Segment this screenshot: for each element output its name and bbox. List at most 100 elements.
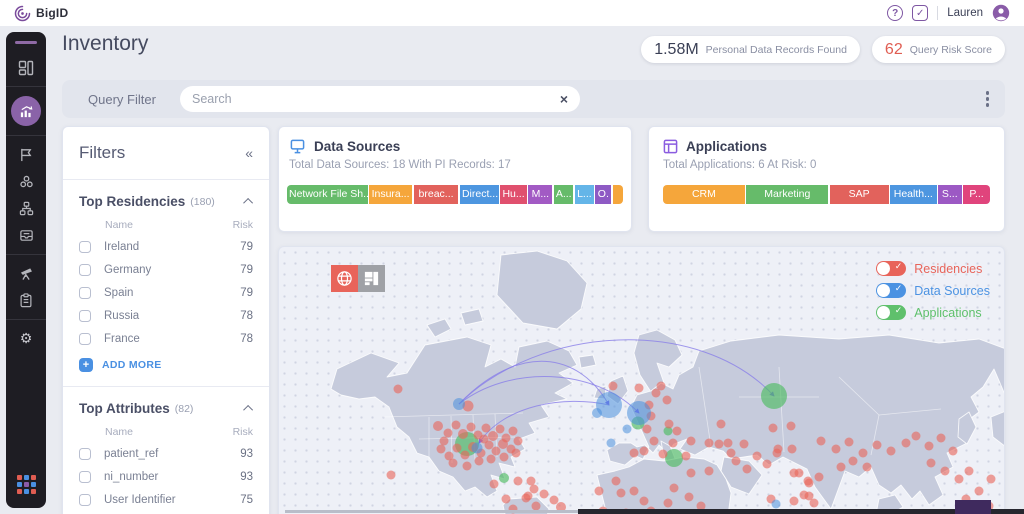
help-icon[interactable]: ?	[887, 5, 903, 21]
map-dot-residencies[interactable]	[673, 427, 682, 436]
sidebar-item-scan[interactable]	[6, 260, 46, 287]
map-dot-residencies[interactable]	[795, 469, 804, 478]
map-dot-residencies[interactable]	[437, 445, 446, 454]
map-dot-residencies[interactable]	[724, 439, 733, 448]
filter-checkbox[interactable]	[79, 448, 91, 460]
filter-checkbox[interactable]	[79, 494, 91, 506]
map-dot-residencies[interactable]	[458, 429, 468, 439]
map-dot-residencies[interactable]	[715, 440, 724, 449]
map-dot-residencies[interactable]	[774, 445, 783, 454]
toggle-switch[interactable]: ✓	[876, 305, 906, 320]
map-dot-residencies[interactable]	[652, 389, 661, 398]
map-dot-residencies[interactable]	[685, 493, 694, 502]
map-dot-residencies[interactable]	[453, 444, 462, 453]
map-dot-residencies[interactable]	[640, 447, 649, 456]
application-segment[interactable]: P...	[963, 185, 990, 204]
map-dot-residencies[interactable]	[873, 441, 882, 450]
map-dot-residencies[interactable]	[630, 449, 639, 458]
search-input[interactable]	[192, 92, 560, 106]
map-dot-residencies[interactable]	[433, 421, 443, 431]
map-dot-applications[interactable]	[761, 383, 787, 409]
map-dot-residencies[interactable]	[659, 450, 668, 459]
map-dot-residencies[interactable]	[449, 459, 458, 468]
map-dot-residencies[interactable]	[769, 424, 778, 433]
map-dot-residencies[interactable]	[665, 420, 674, 429]
map-dot-data-sources[interactable]	[472, 443, 483, 454]
map-dot-residencies[interactable]	[509, 427, 518, 436]
map-dot-residencies[interactable]	[845, 438, 854, 447]
map-dot-residencies[interactable]	[498, 439, 508, 449]
add-more-button[interactable]: + ADD MORE	[79, 358, 253, 372]
map-dot-residencies[interactable]	[514, 437, 523, 446]
map-dot-residencies[interactable]	[550, 496, 559, 505]
filter-checkbox[interactable]	[79, 333, 91, 345]
map-dot-residencies[interactable]	[837, 463, 846, 472]
map-dot-residencies[interactable]	[595, 487, 604, 496]
map-dot-residencies[interactable]	[753, 452, 762, 461]
filter-checkbox[interactable]	[79, 241, 91, 253]
filter-checkbox[interactable]	[79, 264, 91, 276]
map-dot-data-sources[interactable]	[772, 500, 781, 509]
map-dot-residencies[interactable]	[650, 437, 659, 446]
map-dot-data-sources[interactable]	[623, 425, 632, 434]
map-dot-residencies[interactable]	[805, 479, 814, 488]
sidebar-item-cluster[interactable]	[6, 168, 46, 195]
toggle-switch[interactable]: ✓	[876, 283, 906, 298]
map-dot-residencies[interactable]	[965, 467, 974, 476]
chevron-up-icon[interactable]	[243, 198, 253, 208]
avatar[interactable]	[992, 4, 1010, 22]
map-dot-residencies[interactable]	[500, 453, 509, 462]
map-dot-data-sources[interactable]	[453, 398, 465, 410]
map-dot-residencies[interactable]	[643, 425, 652, 434]
map-dot-residencies[interactable]	[815, 473, 824, 482]
clear-search-icon[interactable]: ×	[560, 92, 568, 106]
map-dot-residencies[interactable]	[512, 449, 521, 458]
legend-toggle-applications[interactable]: ✓ Applications	[876, 305, 990, 320]
map-dot-applications[interactable]	[665, 449, 683, 467]
filter-checkbox[interactable]	[79, 287, 91, 299]
map-dot-residencies[interactable]	[800, 491, 809, 500]
search-box[interactable]: ×	[180, 86, 580, 112]
map-dot-residencies[interactable]	[663, 396, 672, 405]
data-source-segment[interactable]: Hu...	[500, 185, 527, 204]
sidebar-item-flag[interactable]	[6, 141, 46, 168]
data-source-segment[interactable]: M...	[528, 185, 552, 204]
filter-checkbox[interactable]	[79, 471, 91, 483]
data-source-segment[interactable]: L...	[575, 185, 594, 204]
application-segment[interactable]: Marketing	[746, 185, 828, 204]
map-view-globe-button[interactable]	[331, 265, 358, 292]
map-dot-residencies[interactable]	[788, 445, 797, 454]
map-dot-applications[interactable]	[499, 473, 509, 483]
sidebar-item-inventory-active[interactable]	[11, 96, 41, 126]
map-dot-residencies[interactable]	[387, 471, 396, 480]
legend-toggle-data-sources[interactable]: ✓ Data Sources	[876, 283, 990, 298]
map-dot-residencies[interactable]	[612, 477, 621, 486]
map-dot-residencies[interactable]	[732, 457, 741, 466]
map-dot-residencies[interactable]	[925, 442, 934, 451]
map-dot-residencies[interactable]	[452, 421, 461, 430]
map-dot-residencies[interactable]	[687, 469, 696, 478]
map-dot-residencies[interactable]	[530, 485, 539, 494]
map-dot-residencies[interactable]	[664, 499, 673, 508]
map-dot-residencies[interactable]	[859, 449, 868, 458]
application-segment[interactable]: CRM	[663, 185, 745, 204]
data-source-segment[interactable]: O.	[595, 185, 611, 204]
map-dot-residencies[interactable]	[444, 429, 453, 438]
map-dot-residencies[interactable]	[635, 384, 644, 393]
map-dot-residencies[interactable]	[902, 439, 911, 448]
map-dot-residencies[interactable]	[987, 475, 996, 484]
sidebar-item-org-structure[interactable]	[6, 195, 46, 222]
map-dot-residencies[interactable]	[790, 497, 799, 506]
map-view-treemap-button[interactable]	[358, 265, 385, 292]
map-dot-residencies[interactable]	[475, 457, 484, 466]
map-dot-residencies[interactable]	[937, 434, 946, 443]
map-dot-residencies[interactable]	[740, 440, 749, 449]
map-dot-residencies[interactable]	[787, 422, 796, 431]
map-dot-residencies[interactable]	[461, 451, 470, 460]
application-segment[interactable]: S...	[938, 185, 961, 204]
map-dot-residencies[interactable]	[863, 463, 872, 472]
map-dot-residencies[interactable]	[687, 437, 696, 446]
map-dot-residencies[interactable]	[609, 382, 618, 391]
map-dot-residencies[interactable]	[705, 467, 714, 476]
map-dot-residencies[interactable]	[810, 499, 819, 508]
